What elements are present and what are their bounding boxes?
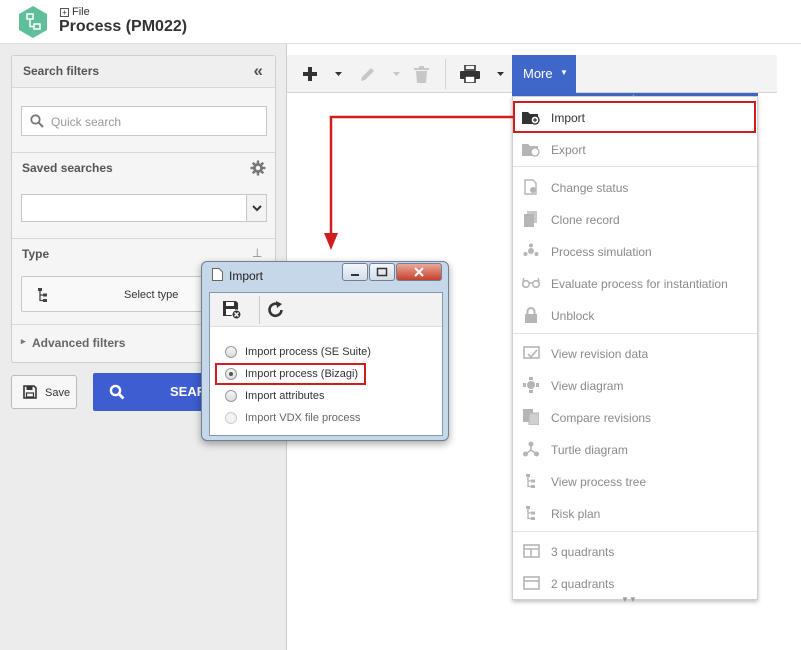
close-button[interactable]	[396, 263, 442, 281]
radio-button[interactable]	[225, 390, 237, 402]
import-dialog: Import Import process (SE Suite) Import …	[201, 261, 449, 441]
maximize-icon	[376, 267, 388, 277]
radio-button-disabled[interactable]	[225, 412, 237, 424]
radio-button[interactable]	[225, 346, 237, 358]
dialog-title: Import	[229, 269, 264, 283]
bizagi-highlight-box	[215, 363, 366, 385]
toolbar-divider	[259, 296, 260, 324]
dialog-toolbar	[210, 293, 442, 327]
minimize-icon	[351, 274, 359, 276]
option-label: Import VDX file process	[245, 412, 361, 424]
maximize-button[interactable]	[369, 263, 395, 281]
option-label: Import attributes	[245, 390, 325, 402]
minimize-button[interactable]	[342, 263, 368, 281]
save-close-icon[interactable]	[222, 300, 242, 320]
document-icon	[212, 268, 223, 281]
close-icon	[414, 267, 424, 277]
refresh-icon[interactable]	[266, 300, 286, 320]
option-label: Import process (SE Suite)	[245, 346, 371, 358]
